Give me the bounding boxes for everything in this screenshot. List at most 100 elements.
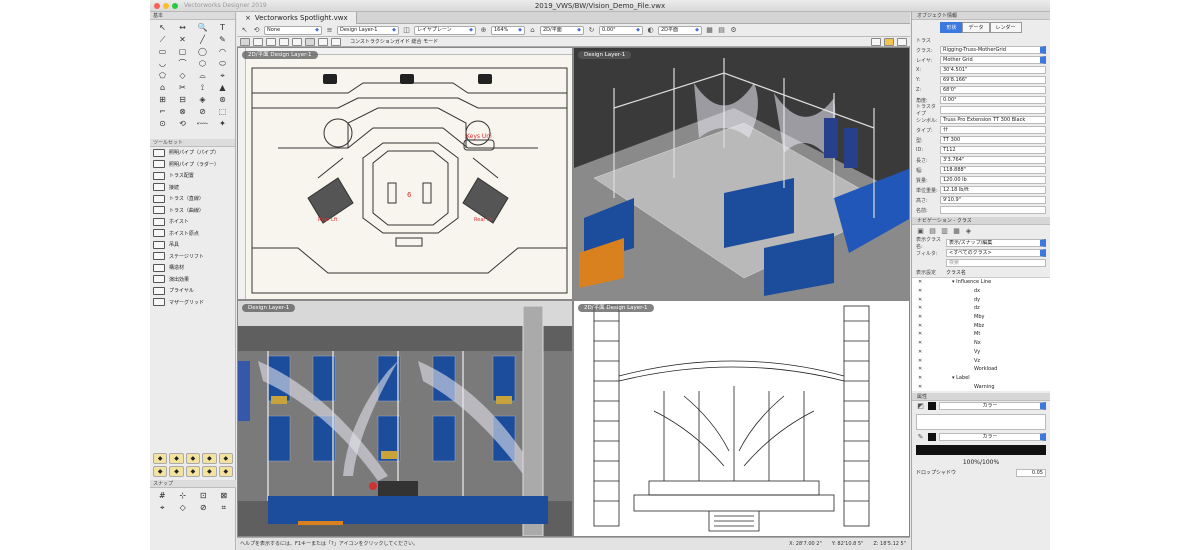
property-value[interactable]: 69'8.166" bbox=[940, 76, 1046, 84]
viewport-bottom-left[interactable]: Design Layer-1 bbox=[237, 300, 573, 537]
layers-icon[interactable]: ≡ bbox=[325, 26, 334, 35]
property-value[interactable]: TT 300 bbox=[940, 136, 1046, 144]
snap-3-icon[interactable]: ⊠ bbox=[215, 491, 234, 501]
visibility-icon[interactable]: ✕ bbox=[918, 331, 932, 337]
viewport-top-right[interactable]: Design Layer-1 bbox=[573, 47, 910, 300]
class-select[interactable]: None ◆ bbox=[264, 25, 322, 35]
property-value[interactable]: 9'10.9" bbox=[940, 196, 1046, 204]
pen-select[interactable]: カラー bbox=[939, 433, 1046, 442]
snap-2-icon[interactable]: ⊡ bbox=[194, 491, 213, 501]
property-value[interactable]: 12.18 lb/ft bbox=[940, 186, 1046, 194]
fill-swatch[interactable] bbox=[928, 402, 936, 411]
workspace-toolset-6-icon[interactable]: ◆ bbox=[169, 466, 184, 477]
class-list-item[interactable]: ✕ Mbz bbox=[912, 321, 1050, 330]
nav-search-input[interactable]: 検索 bbox=[946, 259, 1046, 267]
property-value[interactable]: 0.00° bbox=[940, 96, 1046, 104]
toolset-item[interactable]: マザーグリッド bbox=[150, 297, 235, 309]
viewport-top-left[interactable]: 2D/平面 Design Layer-1 Keys Uni Rear Lft R… bbox=[237, 47, 573, 300]
snap-4-icon[interactable]: ⌖ bbox=[153, 503, 172, 513]
toolset-item[interactable]: プライヤル bbox=[150, 285, 235, 297]
tool-10-icon[interactable]: ◯ bbox=[193, 46, 212, 57]
visibility-icon[interactable]: ✕ bbox=[918, 349, 932, 355]
class-list-item[interactable]: ✕ Mby bbox=[912, 313, 1050, 322]
nav-refs-icon[interactable]: ◈ bbox=[964, 227, 973, 236]
viewport-bottom-right[interactable]: 2D/平面 Design Layer-1 bbox=[573, 300, 910, 537]
mode-resize-icon[interactable] bbox=[253, 37, 263, 46]
nav-layers-icon[interactable]: ▤ bbox=[928, 227, 937, 236]
workspace-toolset-7-icon[interactable]: ◆ bbox=[185, 466, 201, 477]
workspace-toolset-2-icon[interactable]: ◆ bbox=[185, 453, 201, 464]
plane-icon[interactable]: ◫ bbox=[402, 26, 411, 35]
tool-28-icon[interactable]: ⌐ bbox=[153, 106, 172, 117]
workspace-toolset-0-icon[interactable]: ◆ bbox=[153, 453, 168, 464]
tool-3-icon[interactable]: T bbox=[213, 22, 232, 33]
property-value[interactable]: 118.888" bbox=[940, 166, 1046, 174]
view-icon[interactable]: ⌂ bbox=[528, 26, 537, 35]
fill-select[interactable]: カラー bbox=[939, 402, 1046, 411]
mode-box-icon[interactable] bbox=[305, 37, 315, 46]
class-list-item[interactable]: ✕ Warning bbox=[912, 382, 1050, 391]
class-list-item[interactable]: ✕ dx bbox=[912, 287, 1050, 296]
visibility-icon[interactable]: ✕ bbox=[918, 358, 932, 364]
mode-group-icon[interactable] bbox=[318, 37, 328, 46]
toolset-item[interactable]: ホイスト bbox=[150, 216, 235, 228]
toolset-item[interactable]: 演出効果 bbox=[150, 274, 235, 286]
snap-0-icon[interactable]: # bbox=[153, 491, 172, 501]
tab-shape[interactable]: 形状 bbox=[940, 22, 963, 33]
tool-29-icon[interactable]: ⊗ bbox=[173, 106, 192, 117]
tool-2-icon[interactable]: 🔍 bbox=[193, 22, 212, 33]
class-list-item[interactable]: ✕ dz bbox=[912, 304, 1050, 313]
visibility-icon[interactable]: ✕ bbox=[918, 366, 932, 372]
tool-25-icon[interactable]: ⊟ bbox=[173, 94, 192, 105]
mode-select-icon[interactable] bbox=[240, 37, 250, 46]
name-field[interactable] bbox=[940, 206, 1046, 214]
layout-icon[interactable]: ▦ bbox=[705, 26, 714, 35]
workspace-toolset-5-icon[interactable]: ◆ bbox=[153, 466, 168, 477]
quick-prefs-icon[interactable] bbox=[871, 37, 881, 46]
visibility-icon[interactable]: ✕ bbox=[918, 384, 932, 390]
class-field[interactable]: Rigging-Truss-MotherGrid bbox=[940, 46, 1046, 54]
tool-5-icon[interactable]: ✕ bbox=[173, 34, 192, 45]
visibility-icon[interactable]: ✕ bbox=[918, 375, 932, 381]
visibility-icon[interactable]: ✕ bbox=[918, 323, 932, 329]
tool-7-icon[interactable]: ✎ bbox=[213, 34, 232, 45]
flyover-icon[interactable]: ⟲ bbox=[252, 26, 261, 35]
visibility-icon[interactable]: ✕ bbox=[918, 305, 932, 311]
tool-4-icon[interactable]: ⟋ bbox=[153, 34, 172, 45]
toolset-item[interactable]: トラス（直線） bbox=[150, 193, 235, 205]
toolset-item[interactable]: 接続 bbox=[150, 182, 235, 194]
tool-18-icon[interactable]: ⌓ bbox=[193, 70, 212, 81]
tool-20-icon[interactable]: ⌂ bbox=[153, 82, 172, 93]
tool-27-icon[interactable]: ⊛ bbox=[213, 94, 232, 105]
toolset-item[interactable]: 照明パイプ（パイプ） bbox=[150, 147, 235, 159]
tool-23-icon[interactable]: ▲ bbox=[213, 82, 232, 93]
sheet-icon[interactable] bbox=[897, 37, 907, 46]
tool-15-icon[interactable]: ⬭ bbox=[213, 58, 232, 69]
visibility-icon[interactable]: ✕ bbox=[918, 288, 932, 294]
tool-6-icon[interactable]: ╱ bbox=[193, 34, 212, 45]
zoom-select[interactable]: 164% ◆ bbox=[491, 25, 525, 35]
workspace-toolset-8-icon[interactable]: ◆ bbox=[202, 466, 217, 477]
line-weight-field[interactable]: 0.05 bbox=[1016, 468, 1046, 477]
tool-19-icon[interactable]: ⌖ bbox=[213, 70, 232, 81]
tab-data[interactable]: データ bbox=[962, 22, 990, 33]
tile-icon[interactable]: ▤ bbox=[717, 26, 726, 35]
toolset-item[interactable]: トラス配置 bbox=[150, 170, 235, 182]
tool-14-icon[interactable]: ⬡ bbox=[193, 58, 212, 69]
tool-22-icon[interactable]: ⟟ bbox=[193, 82, 212, 93]
property-value[interactable]: 120.00 lb bbox=[940, 176, 1046, 184]
mode-transform-icon[interactable] bbox=[279, 37, 289, 46]
nav-views-icon[interactable]: ▥ bbox=[940, 227, 949, 236]
workspace-toolset-9-icon[interactable]: ◆ bbox=[218, 466, 233, 477]
snap-5-icon[interactable]: ◇ bbox=[174, 503, 193, 513]
toolset-item[interactable]: ステージリフト bbox=[150, 251, 235, 263]
class-list-item[interactable]: ✕ Nx bbox=[912, 339, 1050, 348]
class-list-item[interactable]: ✕ Vz bbox=[912, 356, 1050, 365]
tool-32-icon[interactable]: ⊙ bbox=[153, 118, 172, 129]
pen-swatch[interactable] bbox=[928, 433, 936, 442]
nav-sheets-icon[interactable]: ▦ bbox=[952, 227, 961, 236]
property-value[interactable]: Truss Pro Extension TT 300 Black bbox=[940, 116, 1046, 124]
tool-12-icon[interactable]: ◡ bbox=[153, 58, 172, 69]
visibility-icon[interactable]: ✕ bbox=[918, 340, 932, 346]
tool-24-icon[interactable]: ⊞ bbox=[153, 94, 172, 105]
